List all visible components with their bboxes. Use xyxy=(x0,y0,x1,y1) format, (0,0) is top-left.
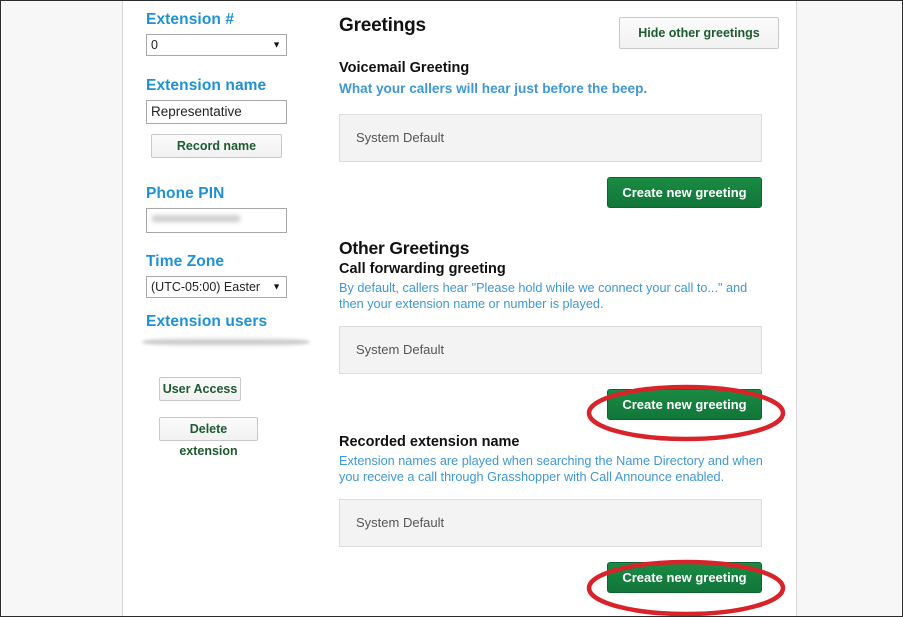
call-forwarding-greeting-heading: Call forwarding greeting xyxy=(339,261,506,277)
recorded-extension-name-heading: Recorded extension name xyxy=(339,434,520,450)
recorded-extension-name-section: Recorded extension name Extension names … xyxy=(339,434,771,593)
phone-pin-input[interactable] xyxy=(146,208,287,233)
extension-name-group: Extension name Representative xyxy=(146,77,287,124)
create-new-greeting-button-voicemail[interactable]: Create new greeting xyxy=(607,176,762,208)
extension-name-value: Representative xyxy=(151,104,242,119)
voicemail-greeting-value[interactable]: System Default xyxy=(339,113,762,162)
page-content: Extension # 0 ▼ Extension name Represent… xyxy=(124,1,796,616)
phone-pin-group: Phone PIN xyxy=(146,185,287,233)
extension-number-label: Extension # xyxy=(146,11,235,28)
other-greetings-heading: Other Greetings xyxy=(339,238,470,258)
time-zone-group: Time Zone (UTC-05:00) Easter ▼ xyxy=(146,253,287,298)
left-page-gutter xyxy=(2,1,123,616)
app-window: Extension # 0 ▼ Extension name Represent… xyxy=(0,0,903,617)
extension-users-label: Extension users xyxy=(146,313,268,330)
recorded-extension-name-value[interactable]: System Default xyxy=(339,499,762,547)
other-greetings-section: Other Greetings Call forwarding greeting… xyxy=(339,238,771,420)
time-zone-select[interactable]: (UTC-05:00) Easter ▼ xyxy=(146,276,287,298)
call-forwarding-greeting-description: By default, callers hear "Please hold wh… xyxy=(339,281,748,311)
chevron-down-icon: ▼ xyxy=(272,281,281,292)
extension-number-value: 0 xyxy=(151,38,158,52)
page-title: Greetings xyxy=(339,15,426,36)
extension-number-group: Extension # 0 ▼ xyxy=(146,11,287,56)
call-forwarding-greeting-value[interactable]: System Default xyxy=(339,326,762,374)
record-name-button[interactable]: Record name xyxy=(151,134,282,158)
extension-number-select[interactable]: 0 ▼ xyxy=(146,34,287,56)
create-new-greeting-button-recorded-name[interactable]: Create new greeting xyxy=(607,562,762,593)
voicemail-greeting-section: Voicemail Greeting What your callers wil… xyxy=(339,60,762,208)
user-access-button[interactable]: User Access xyxy=(159,377,241,401)
right-page-gutter xyxy=(796,1,901,616)
extension-name-label: Extension name xyxy=(146,77,267,94)
phone-pin-label: Phone PIN xyxy=(146,185,225,202)
redacted-extension-users-list xyxy=(142,337,310,347)
delete-extension-button[interactable]: Delete extension xyxy=(159,417,258,458)
voicemail-greeting-heading: Voicemail Greeting xyxy=(339,60,470,76)
redacted-pin-value xyxy=(152,214,240,223)
extension-users-group: Extension users xyxy=(146,313,267,331)
hide-other-greetings-button[interactable]: Hide other greetings xyxy=(619,17,779,49)
time-zone-value: (UTC-05:00) Easter xyxy=(151,280,261,294)
recorded-extension-name-description: Extension names are played when searchin… xyxy=(339,454,763,484)
time-zone-label: Time Zone xyxy=(146,253,225,270)
extension-name-input[interactable]: Representative xyxy=(146,100,287,124)
voicemail-greeting-description: What your callers will hear just before … xyxy=(339,81,648,96)
create-new-greeting-button-call-forwarding[interactable]: Create new greeting xyxy=(607,389,762,420)
chevron-down-icon: ▼ xyxy=(272,39,281,50)
